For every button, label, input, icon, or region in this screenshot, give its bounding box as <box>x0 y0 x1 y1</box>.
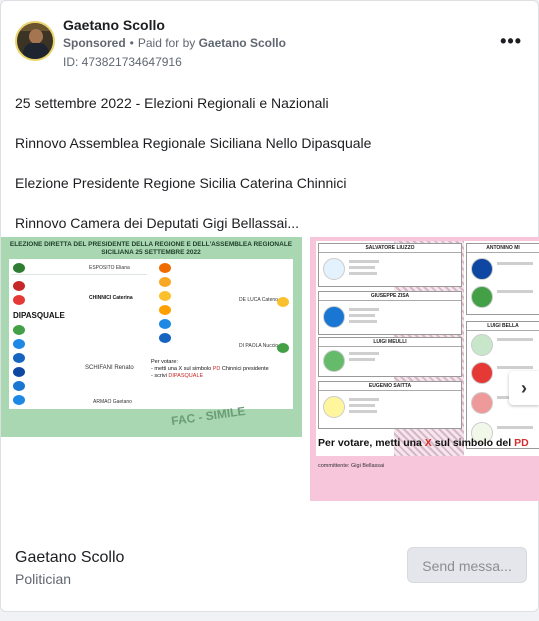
carousel-card-ballot-regional[interactable]: ELEZIONE DIRETTA DEL PRESIDENTE DELLA RE… <box>1 237 302 437</box>
sponsored-line: Sponsored • Paid for by Gaetano Scollo <box>63 36 286 50</box>
text-line: 25 settembre 2022 - Elezioni Regionali e… <box>15 95 329 111</box>
image-carousel: ELEZIONE DIRETTA DEL PRESIDENTE DELLA RE… <box>1 237 539 501</box>
text-line: Rinnovo Camera dei Deputati Gigi Bellass… <box>15 215 300 231</box>
carousel-card-ballot-camera[interactable]: SALVATORE LIUZZO GIUSEPPE ZISA LUIGI MEU… <box>310 237 539 501</box>
carousel-next-icon[interactable]: › <box>509 371 539 405</box>
voting-instructions: Per votare: - metti una X sul simbolo PD… <box>151 359 269 379</box>
sponsored-label: Sponsored <box>63 36 126 50</box>
more-options-icon[interactable]: ••• <box>500 31 522 52</box>
candidate-schifani: SCHIFANI Renato <box>85 365 134 371</box>
vote-instruction: Per votare, metti una X sul simbolo del … <box>318 437 529 449</box>
paid-for-name: Gaetano Scollo <box>198 36 286 50</box>
dipasquale-label: DIPASQUALE <box>13 311 65 320</box>
candidate-chinnici: CHINNICI Caterina <box>89 295 133 301</box>
candidate-block: ANTONINO MI <box>466 243 539 315</box>
candidate-esposito: ESPOSITO Eliana <box>89 265 130 271</box>
send-message-button[interactable]: Send messa... <box>407 547 527 583</box>
candidate-block: LUIGI MEULLI <box>318 337 462 377</box>
ballot-title: ELEZIONE DIRETTA DEL PRESIDENTE DELLA RE… <box>9 241 293 256</box>
candidate-delucia: DE LUCA Cateno <box>239 297 278 303</box>
post-header: Gaetano Scollo Sponsored • Paid for by Gae… <box>15 15 524 71</box>
ballot-sheet: SALVATORE LIUZZO GIUSEPPE ZISA LUIGI MEU… <box>316 241 539 456</box>
text-line: Rinnovo Assemblea Regionale Siciliana Ne… <box>15 135 372 151</box>
post-text: 25 settembre 2022 - Elezioni Regionali e… <box>15 93 520 253</box>
ballot-sheet: ESPOSITO Eliana DIPASQUALE CHINNICI Cate… <box>9 259 293 409</box>
page-category: Politician <box>15 571 72 587</box>
avatar[interactable] <box>15 21 55 61</box>
text-line: Elezione Presidente Regione Sicilia Cate… <box>15 175 347 191</box>
candidate-block: SALVATORE LIUZZO <box>318 243 462 287</box>
ad-id: ID: 473821734647916 <box>63 55 182 69</box>
candidate-block: GIUSEPPE ZISA <box>318 291 462 335</box>
candidate-armao: ARMAO Gaetano <box>93 399 132 405</box>
page-name[interactable]: Gaetano Scollo <box>15 549 124 567</box>
candidate-block: EUGENIO SAITTA <box>318 381 462 429</box>
paid-for-prefix: Paid for by <box>137 36 196 50</box>
committente-note: committente: Gigi Bellassai <box>318 463 385 469</box>
author-name[interactable]: Gaetano Scollo <box>63 17 165 33</box>
candidate-dipaola: DI PAOLA Nuccio <box>239 343 279 349</box>
ad-card: Gaetano Scollo Sponsored • Paid for by Gae… <box>0 0 539 612</box>
